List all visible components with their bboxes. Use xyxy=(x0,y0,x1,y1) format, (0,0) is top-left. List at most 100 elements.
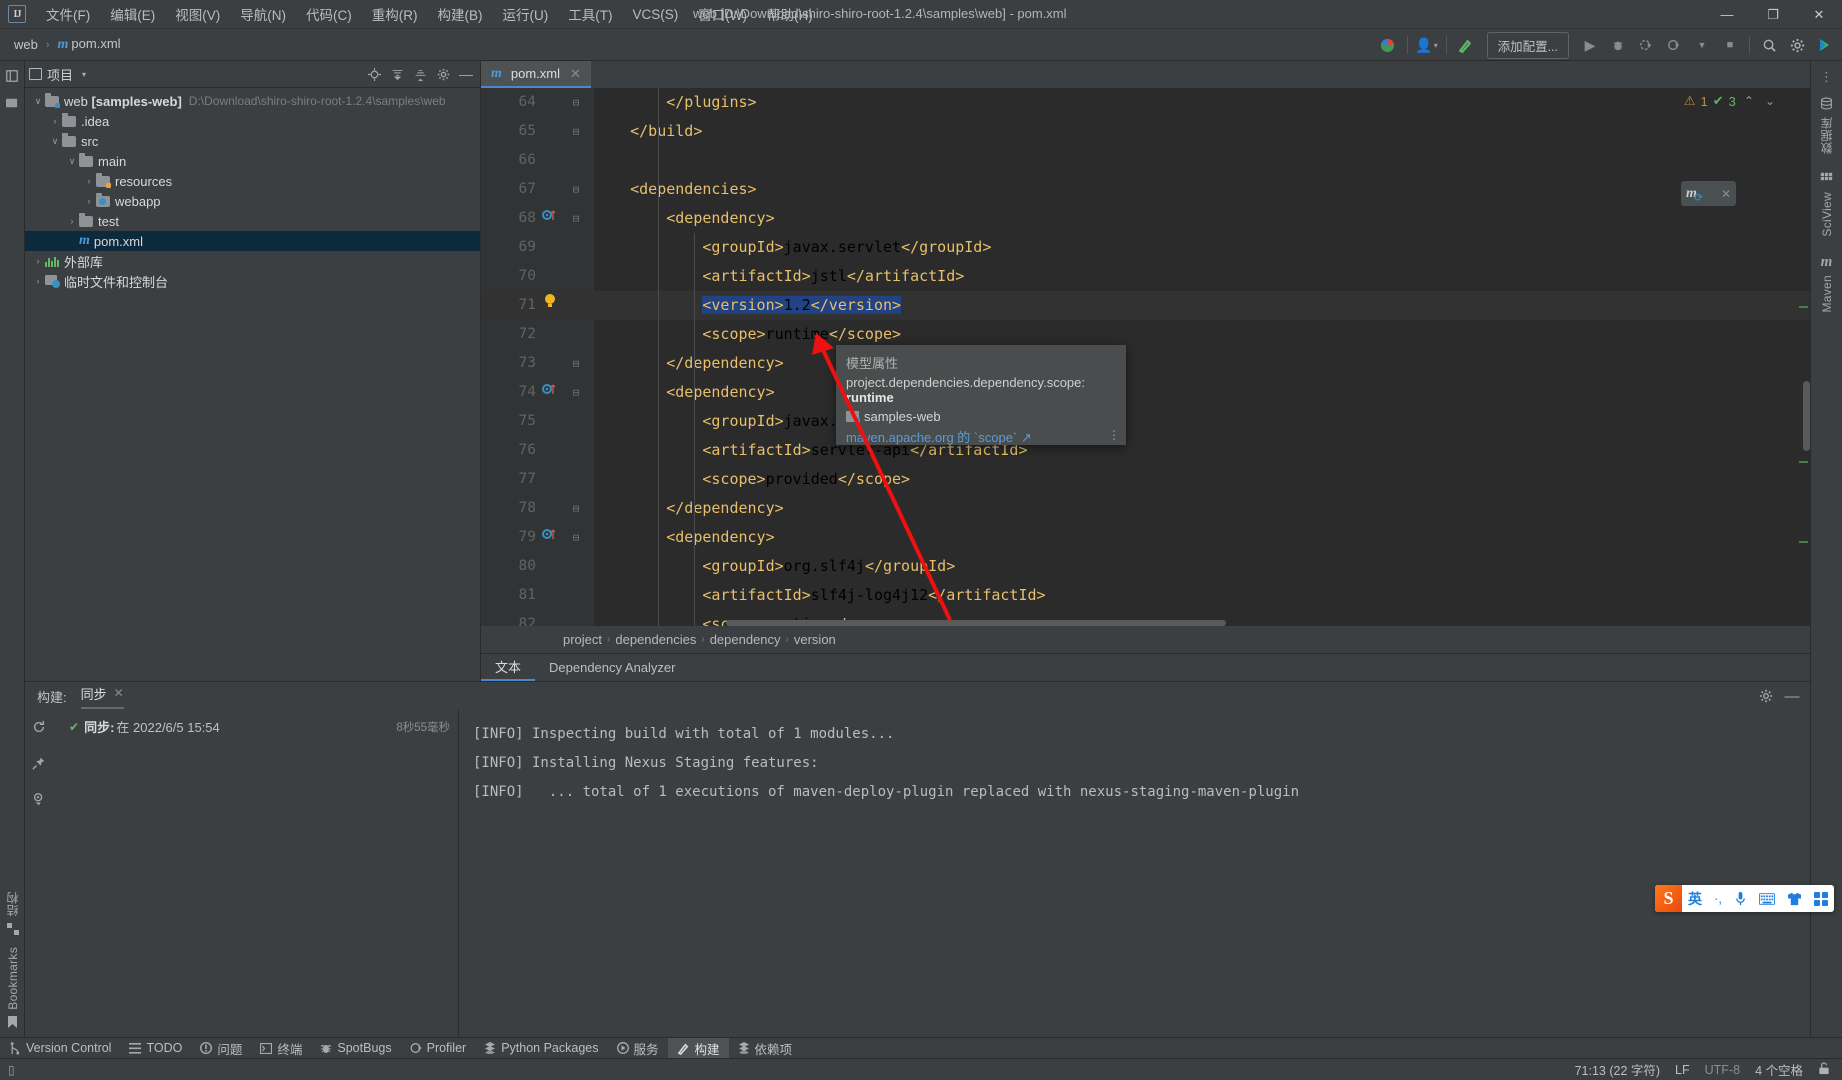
next-problem-icon[interactable]: ⌄ xyxy=(1762,94,1778,108)
profile-button[interactable] xyxy=(1661,32,1687,58)
code-fold-icon[interactable]: ⊟ xyxy=(569,523,583,552)
caret-position[interactable]: 71:13 (22 字符) xyxy=(1575,1060,1660,1079)
collapse-all-icon[interactable] xyxy=(410,64,430,84)
sogou-input-method-bar[interactable]: S 英 ·, xyxy=(1655,885,1834,912)
ime-keyboard-icon[interactable] xyxy=(1753,892,1781,905)
line-number[interactable]: 73 xyxy=(481,349,536,378)
intention-bulb-icon[interactable] xyxy=(542,291,558,320)
chevron-down-icon[interactable]: ▾ xyxy=(82,70,86,79)
tool-window-依赖项[interactable]: 依赖项 xyxy=(729,1038,802,1059)
expand-arrow-icon[interactable]: ∨ xyxy=(31,96,45,107)
editor-tab-pom-xml[interactable]: m pom.xml ✕ xyxy=(481,61,591,88)
run-button[interactable]: ▶ xyxy=(1577,32,1603,58)
ime-voice-icon[interactable] xyxy=(1728,891,1753,906)
code-line[interactable]: 80 <groupId>org.slf4j</groupId> xyxy=(481,552,1810,581)
breadcrumb-item-pom[interactable]: m pom.xml xyxy=(54,34,125,55)
tool-window-终端[interactable]: 终端 xyxy=(251,1038,311,1059)
tree-node-pom.xml[interactable]: ›mpom.xml xyxy=(25,231,480,251)
menu-item-5[interactable]: 重构(R) xyxy=(362,1,428,27)
minimize-button[interactable]: — xyxy=(1704,0,1750,29)
line-number[interactable]: 80 xyxy=(481,552,536,581)
run-with-coverage-button[interactable] xyxy=(1633,32,1659,58)
code-line[interactable]: 79 ⊟ <dependency> xyxy=(481,523,1810,552)
menu-item-9[interactable]: VCS(S) xyxy=(623,4,689,25)
build-console-output[interactable]: [INFO] Inspecting build with total of 1 … xyxy=(459,710,1810,1037)
editor-text-area[interactable]: 64 ⊟ </plugins> 65 ⊟ </build> 66 67 ⊟ <depende… xyxy=(481,88,1810,626)
expand-arrow-icon[interactable]: › xyxy=(31,276,45,286)
hide-build-panel-icon[interactable]: — xyxy=(1782,686,1802,706)
menu-item-0[interactable]: 文件(F) xyxy=(36,1,100,27)
code-fold-icon[interactable]: ⊟ xyxy=(569,494,583,523)
code-line[interactable]: 66 xyxy=(481,146,1810,175)
project-tool-icon[interactable] xyxy=(4,67,21,84)
rerun-icon[interactable] xyxy=(30,718,48,736)
code-fold-icon[interactable]: ⊟ xyxy=(569,349,583,378)
tree-node-[interactable]: › 外部库 xyxy=(25,251,480,271)
menu-item-7[interactable]: 运行(U) xyxy=(493,1,559,27)
xml-breadcrumb-item-dependencies[interactable]: dependencies xyxy=(615,632,696,647)
code-line[interactable]: 71 <version>1.2</version> xyxy=(481,291,1810,320)
project-panel-title-group[interactable]: 项目 ▾ xyxy=(29,65,86,84)
line-number[interactable]: 71 xyxy=(481,291,536,320)
code-line[interactable]: 74 ⊟ <dependency> xyxy=(481,378,1810,407)
pin-icon[interactable] xyxy=(30,754,48,772)
inspection-widget[interactable]: ⚠ 1 ✔ 3 ⌃ ⌄ xyxy=(1684,93,1778,109)
search-icon[interactable] xyxy=(1756,32,1782,58)
expand-arrow-icon[interactable]: › xyxy=(48,116,62,126)
sidebar-item-maven[interactable]: m Maven xyxy=(1820,254,1834,313)
menu-item-1[interactable]: 编辑(E) xyxy=(100,1,165,27)
add-configuration-button[interactable]: 添加配置... xyxy=(1486,31,1569,59)
code-fold-icon[interactable]: ⊟ xyxy=(569,88,583,117)
code-line[interactable]: 64 ⊟ </plugins> xyxy=(481,88,1810,117)
tree-node-[interactable]: › 临时文件和控制台 xyxy=(25,271,480,291)
close-button[interactable]: ✕ xyxy=(1796,0,1842,29)
line-number[interactable]: 66 xyxy=(481,146,536,175)
xml-breadcrumb-item-version[interactable]: version xyxy=(794,632,836,647)
sidebar-item-structure[interactable]: 结构 xyxy=(4,892,21,917)
maven-navigate-icon[interactable] xyxy=(542,378,558,407)
xml-breadcrumb-item-dependency[interactable]: dependency xyxy=(710,632,781,647)
run-config-dropdown-caret-icon[interactable]: ▼ xyxy=(1689,32,1715,58)
sidebar-item-bookmarks[interactable]: Bookmarks xyxy=(6,947,20,1010)
menu-item-3[interactable]: 导航(N) xyxy=(230,1,296,27)
tool-window-问题[interactable]: 问题 xyxy=(191,1038,251,1059)
panel-settings-icon[interactable] xyxy=(433,64,453,84)
lock-icon[interactable] xyxy=(1818,1061,1830,1078)
reload-icon[interactable]: ⟳ xyxy=(1694,191,1703,204)
expand-arrow-icon[interactable]: ∨ xyxy=(65,156,79,167)
tab-dependency-analyzer[interactable]: Dependency Analyzer xyxy=(535,654,689,681)
indent-setting[interactable]: 4 个空格 xyxy=(1755,1060,1803,1079)
code-fold-icon[interactable]: ⊟ xyxy=(569,175,583,204)
line-separator[interactable]: LF xyxy=(1675,1063,1690,1077)
build-results-tree[interactable]: ✔ 同步: 在 2022/6/5 15:54 8秒55毫秒 xyxy=(53,710,459,1037)
code-line[interactable]: 81 <artifactId>slf4j-log4j12</artifactId… xyxy=(481,581,1810,610)
expand-all-icon[interactable] xyxy=(387,64,407,84)
expand-arrow-icon[interactable]: › xyxy=(31,256,45,266)
tree-node-main[interactable]: ∨ main xyxy=(25,151,480,171)
menu-item-2[interactable]: 视图(V) xyxy=(165,1,230,27)
code-line[interactable]: 70 <artifactId>jstl</artifactId> xyxy=(481,262,1810,291)
code-line[interactable]: 65 ⊟ </build> xyxy=(481,117,1810,146)
expand-arrow-icon[interactable]: › xyxy=(82,196,96,206)
line-number[interactable]: 74 xyxy=(481,378,536,407)
tree-node-src[interactable]: ∨ src xyxy=(25,131,480,151)
tree-node-resources[interactable]: › resources xyxy=(25,171,480,191)
tool-window-构建[interactable]: 构建 xyxy=(667,1037,729,1059)
close-icon[interactable]: ✕ xyxy=(1721,187,1731,201)
line-number[interactable]: 82 xyxy=(481,610,536,626)
line-number[interactable]: 68 xyxy=(481,204,536,233)
search-everywhere-globe-icon[interactable] xyxy=(1375,32,1401,58)
line-number[interactable]: 76 xyxy=(481,436,536,465)
ime-skin-icon[interactable] xyxy=(1781,892,1808,906)
tab-text[interactable]: 文本 xyxy=(481,654,536,681)
tree-node-web[interactable]: ∨ web [samples-web] D:\Download\shiro-shir… xyxy=(25,91,480,111)
settings-gear-icon[interactable] xyxy=(1784,32,1810,58)
tool-window-todo[interactable]: TODO xyxy=(120,1038,191,1059)
build-settings-icon[interactable] xyxy=(1756,686,1776,706)
ime-toolbox-icon[interactable] xyxy=(1808,891,1834,906)
close-icon[interactable]: ✕ xyxy=(114,686,124,700)
maximize-button[interactable]: ❐ xyxy=(1750,0,1796,29)
tool-window-version-control[interactable]: Version Control xyxy=(0,1038,120,1059)
code-line[interactable]: 67 ⊟ <dependencies> xyxy=(481,175,1810,204)
file-encoding[interactable]: UTF-8 xyxy=(1705,1063,1740,1077)
